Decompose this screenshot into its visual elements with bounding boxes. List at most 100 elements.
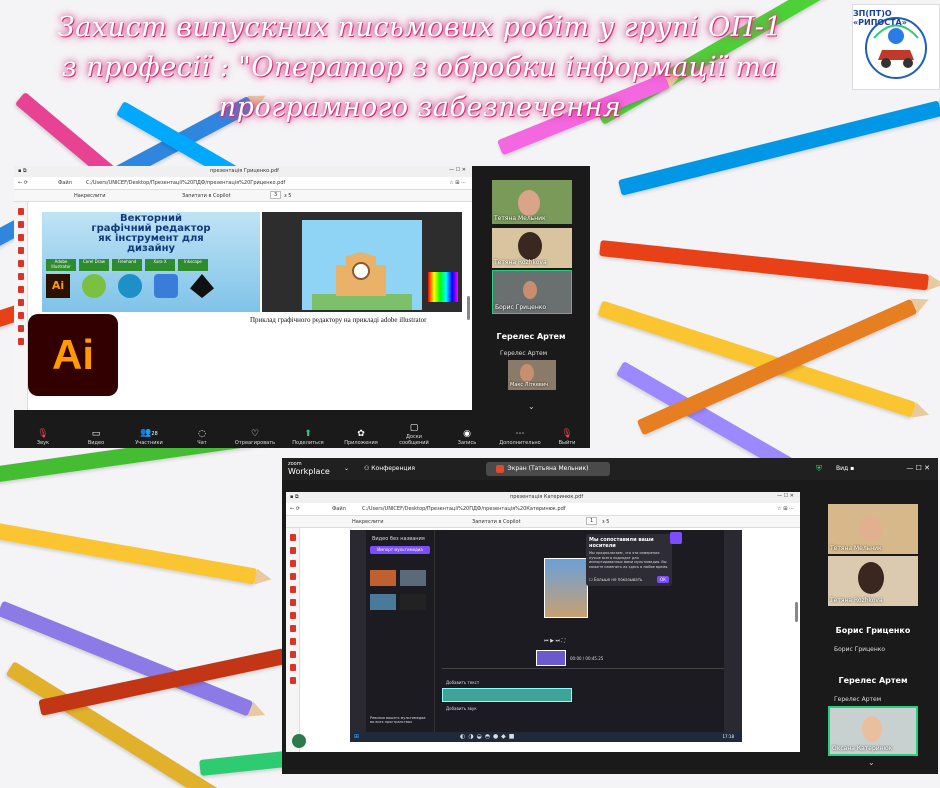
chevron-down-icon[interactable]: ⌄ xyxy=(868,758,875,767)
import-media-button[interactable]: Импорт мультимедиа xyxy=(370,546,430,554)
freehand-icon xyxy=(118,274,142,298)
url-input[interactable]: C:/Users/UNICEF/Desktop/Презентації%20ПД… xyxy=(362,506,566,512)
pdf-page-icon[interactable] xyxy=(289,573,296,580)
pdf-page-icon[interactable] xyxy=(17,273,24,280)
participant-tile[interactable]: Тетяна Rozhkova xyxy=(828,556,918,606)
pdf-page-icon[interactable] xyxy=(289,586,296,593)
window-controls[interactable]: — ☐ ✕ xyxy=(449,167,466,173)
nav-back-icon[interactable]: ← ⟳ xyxy=(290,506,300,512)
windows-taskbar: ⊞ ◐◑◒◓●◆■ 17:18 xyxy=(350,732,742,742)
playback-controls[interactable]: ⏮ ▶ ⏭ ⛶ xyxy=(544,638,565,644)
draw-button[interactable]: Накреслити xyxy=(74,193,105,199)
app-label: Inkscape xyxy=(178,259,208,271)
pdf-page-icon[interactable] xyxy=(289,664,296,671)
timeline-clip-selected[interactable] xyxy=(536,650,566,666)
slide-heading-line: дизайну xyxy=(126,243,176,254)
mute-button[interactable]: 🎙 Звук xyxy=(22,429,64,446)
project-title[interactable]: Видео без названия xyxy=(372,536,425,542)
pdf-page-icon[interactable] xyxy=(17,221,24,228)
scrollbar[interactable] xyxy=(467,296,470,320)
browser-actions-icon[interactable]: ☆ ⊞ ⋯ xyxy=(777,506,794,512)
browser-tab[interactable]: презентація Катеринюк.pdf xyxy=(510,494,583,500)
pdf-page-icon[interactable] xyxy=(17,286,24,293)
participant-tile[interactable]: Макс Літкевич xyxy=(508,360,556,390)
pdf-page-icon[interactable] xyxy=(289,612,296,619)
popup-ok-button[interactable]: ОК xyxy=(657,576,669,583)
app-label: Freehand xyxy=(112,259,142,271)
pdf-page-icon[interactable] xyxy=(289,534,296,541)
popup-checkbox[interactable]: ☐ Больше не показывать xyxy=(589,577,642,582)
participant-tile[interactable]: Тетяна Мельник xyxy=(492,180,572,224)
copilot-button[interactable]: Запитати в Copilot xyxy=(472,519,521,525)
more-button[interactable]: ⋯ Дополнительно xyxy=(499,429,541,446)
participant-tile[interactable]: Тетяна Rozhkova xyxy=(492,228,572,268)
page-count: з 5 xyxy=(284,193,292,199)
windows-start-icon[interactable]: ⊞ xyxy=(354,733,359,740)
illustrator-screenshot xyxy=(262,212,462,312)
share-banner[interactable]: Экран (Татьяна Мельник) xyxy=(486,462,610,476)
taskbar-apps[interactable]: ◐◑◒◓●◆■ xyxy=(460,733,517,740)
pdf-page-icon[interactable] xyxy=(17,260,24,267)
pdf-page-icon[interactable] xyxy=(289,638,296,645)
pdf-page-icon[interactable] xyxy=(289,560,296,567)
participant-tile[interactable]: Тетяна Мельник xyxy=(828,504,918,554)
video-button[interactable]: ▭ Видео xyxy=(75,429,117,446)
export-button[interactable] xyxy=(670,532,682,544)
share-button[interactable]: ⬆ Поделиться xyxy=(287,429,329,446)
chevron-down-icon[interactable]: ⌄ xyxy=(528,402,535,411)
pdf-page-icon[interactable] xyxy=(17,312,24,319)
window-controls[interactable]: — ☐ ✕ xyxy=(906,464,930,472)
chevron-down-icon[interactable]: ⌄ xyxy=(344,465,349,472)
pdf-page-icon[interactable] xyxy=(17,325,24,332)
pdf-page-icon[interactable] xyxy=(17,338,24,345)
pdf-page-icon[interactable] xyxy=(289,625,296,632)
add-audio-track[interactable]: Добавить звук xyxy=(446,706,477,711)
copilot-button[interactable]: Запитати в Copilot xyxy=(182,193,231,199)
pdf-page-icon[interactable] xyxy=(17,299,24,306)
page-number-input[interactable]: 1 xyxy=(586,517,598,525)
timeline-ruler xyxy=(442,668,724,669)
window-controls[interactable]: — ☐ ✕ xyxy=(777,493,794,499)
pdf-page-icon[interactable] xyxy=(289,599,296,606)
control-label: Видео xyxy=(87,440,105,446)
leave-icon: 🎙 xyxy=(561,429,573,439)
address-bar: ← ⟳ Файл C:/Users/UNICEF/Desktop/Презент… xyxy=(286,503,800,516)
pdf-page-icon[interactable] xyxy=(289,677,296,684)
chat-button[interactable]: ◌ Чат xyxy=(181,429,223,446)
leave-button[interactable]: 🎙 Выйти xyxy=(552,429,582,446)
share-icon: ⬆ xyxy=(304,429,312,439)
page-number-input[interactable]: 3 xyxy=(270,191,282,199)
media-thumbnail[interactable] xyxy=(400,570,426,586)
pdf-page-icon[interactable] xyxy=(289,651,296,658)
zoom-top-bar: zoom Workplace ⌄ ⚇ Конференция Экран (Та… xyxy=(282,458,938,480)
media-thumbnail[interactable] xyxy=(370,570,396,586)
draw-button[interactable]: Накреслити xyxy=(352,519,383,525)
participant-tile-active[interactable]: Борис Гриценко xyxy=(492,270,572,314)
nav-back-icon[interactable]: ← ⟳ xyxy=(18,180,28,186)
view-button[interactable]: Вид ▪ xyxy=(836,465,854,472)
participants-button[interactable]: 👥28 Участники xyxy=(128,428,170,446)
pdf-page-icon[interactable] xyxy=(17,247,24,254)
conference-label[interactable]: ⚇ Конференция xyxy=(364,465,415,472)
scrollbar[interactable] xyxy=(795,602,798,622)
add-text-track[interactable]: Добавить текст xyxy=(446,680,479,685)
preview-video[interactable] xyxy=(544,558,588,618)
apps-button[interactable]: ✿ Приложения xyxy=(340,429,382,446)
browser-actions-icon[interactable]: ☆ ⊞ ⋯ xyxy=(449,180,466,186)
participant-name-card: Герелес Артем xyxy=(496,332,566,341)
pen-tool-icon[interactable] xyxy=(292,734,306,748)
video-track[interactable] xyxy=(442,688,572,702)
browser-tab-bar: ▪ ⧉ презентація Катеринюк.pdf — ☐ ✕ xyxy=(286,492,800,503)
browser-tab[interactable]: презентація Гриценко.pdf xyxy=(210,168,279,174)
participant-tile-active[interactable]: Оксана Катеринюк xyxy=(828,706,918,756)
url-input[interactable]: C:/Users/UNICEF/Desktop/Презентації%20ПД… xyxy=(86,180,285,186)
media-thumbnail[interactable] xyxy=(400,594,426,610)
pdf-page-icon[interactable] xyxy=(17,208,24,215)
whiteboard-button[interactable]: ▢ Доски сообщений xyxy=(393,423,435,446)
pdf-page-icon[interactable] xyxy=(17,234,24,241)
react-button[interactable]: ♡ Отреагировать xyxy=(234,429,276,446)
pdf-page-icon[interactable] xyxy=(289,547,296,554)
record-button[interactable]: ◉ Запись xyxy=(446,429,488,446)
browser-window: ▪ ⧉ презентація Катеринюк.pdf — ☐ ✕ ← ⟳ … xyxy=(286,492,800,752)
media-thumbnail[interactable] xyxy=(370,594,396,610)
